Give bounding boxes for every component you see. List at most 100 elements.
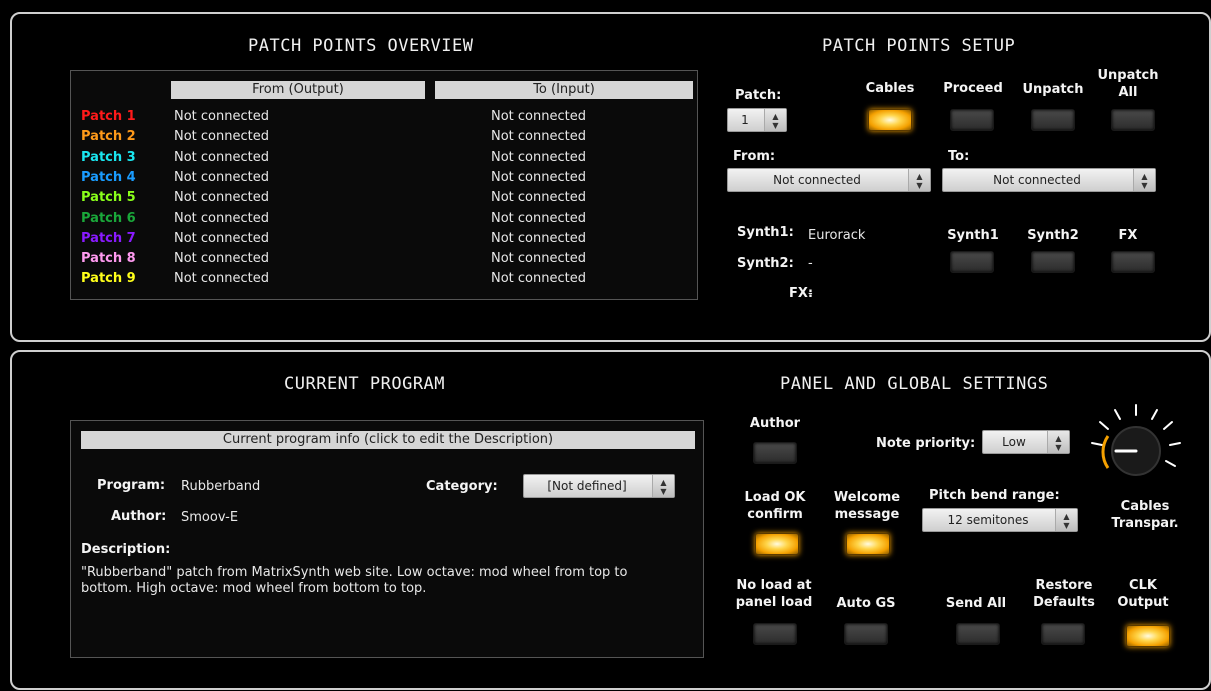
author-setting-label: Author [749, 416, 801, 431]
load-ok-button[interactable] [755, 533, 799, 555]
cables-transparency-knob[interactable] [1086, 403, 1186, 493]
patch-name: Patch 4 [81, 169, 136, 185]
pitch-bend-select[interactable]: 12 semitones ▲ ▼ [922, 508, 1078, 532]
to-label: To: [948, 149, 970, 164]
patch-overview-title: PATCH POINTS OVERVIEW [248, 36, 474, 56]
patch-from: Not connected [174, 210, 269, 226]
patch-from: Not connected [174, 129, 269, 145]
unpatch-label: Unpatch [1022, 82, 1084, 97]
unpatch-all-button[interactable] [1111, 109, 1155, 131]
welcome-button[interactable] [846, 533, 890, 555]
patch-label: Patch: [735, 88, 782, 103]
restore-label: Restore Defaults [1033, 578, 1095, 610]
send-all-button[interactable] [956, 623, 1000, 645]
welcome-label: Welcome message [833, 490, 901, 522]
load-ok-label: Load OK confirm [744, 490, 806, 522]
patch-to: Not connected [491, 210, 586, 226]
patch-select-value: 1 [741, 113, 749, 127]
author-value: Smoov-E [181, 510, 239, 525]
clk-label: CLK Output [1117, 578, 1169, 610]
category-select[interactable]: [Not defined] ▲ ▼ [523, 474, 675, 498]
patch-from: Not connected [174, 109, 269, 124]
pitch-bend-label: Pitch bend range: [929, 488, 1060, 503]
description-text[interactable]: "Rubberband" patch from MatrixSynth web … [81, 565, 671, 597]
patch-name: Patch 2 [81, 129, 136, 145]
to-select[interactable]: Not connected ▲ ▼ [942, 168, 1156, 192]
patch-select[interactable]: 1 ▲ ▼ [727, 108, 787, 132]
patch-from: Not connected [174, 230, 269, 246]
from-label: From: [733, 149, 776, 164]
cables-transpar-label: Cables Transpar. [1111, 499, 1179, 531]
proceed-button[interactable] [950, 109, 994, 131]
note-priority-select[interactable]: Low ▲ ▼ [982, 430, 1070, 454]
current-program-title: CURRENT PROGRAM [284, 374, 446, 394]
unpatch-all-label: Unpatch All [1097, 68, 1159, 100]
patch-name: Patch 3 [81, 149, 136, 165]
col-from-header: From (Output) [171, 81, 425, 99]
author-button[interactable] [753, 442, 797, 464]
restore-button[interactable] [1041, 623, 1085, 645]
synth2-value: - [808, 256, 813, 271]
synth2-btn-label: Synth2 [1027, 228, 1079, 243]
cables-button[interactable] [868, 109, 912, 131]
updown-icon: ▲ ▼ [1055, 509, 1077, 531]
synth1-btn-label: Synth1 [947, 228, 999, 243]
updown-icon: ▲ ▼ [1047, 431, 1069, 453]
patch-name: Patch 9 [81, 271, 136, 287]
patch-from: Not connected [174, 169, 269, 185]
patch-to: Not connected [491, 230, 586, 246]
send-all-label: Send All [945, 596, 1007, 611]
synth2-button[interactable] [1031, 251, 1075, 273]
patch-from: Not connected [174, 251, 269, 267]
patch-name: Patch 5 [81, 190, 136, 206]
no-load-button[interactable] [753, 623, 797, 645]
patch-to: Not connected [491, 169, 586, 185]
patch-to: Not connected [491, 129, 586, 145]
pitch-bend-value: 12 semitones [947, 513, 1029, 527]
program-info-box[interactable]: Current program info (click to edit the … [70, 420, 704, 658]
clk-button[interactable] [1126, 625, 1170, 647]
patch-to: Not connected [491, 251, 586, 267]
synth1-label: Synth1: [737, 225, 794, 240]
updown-icon: ▲ ▼ [1133, 169, 1155, 191]
updown-icon: ▲ ▼ [764, 109, 786, 131]
fx-btn-label: FX [1118, 228, 1138, 243]
synth1-button[interactable] [950, 251, 994, 273]
patch-setup-title: PATCH POINTS SETUP [822, 36, 1016, 56]
program-label: Program: [97, 478, 166, 493]
proceed-label: Proceed [943, 81, 1003, 96]
patch-from: Not connected [174, 190, 269, 206]
fx-button[interactable] [1111, 251, 1155, 273]
program-info-header[interactable]: Current program info (click to edit the … [81, 431, 695, 449]
fx-value: - [808, 286, 813, 301]
patch-name: Patch 6 [81, 210, 136, 226]
patch-name: Patch 7 [81, 230, 136, 246]
patch-from: Not connected [174, 271, 269, 287]
note-priority-label: Note priority: [876, 436, 976, 451]
note-priority-value: Low [1002, 435, 1026, 449]
patch-name: Patch 8 [81, 251, 136, 267]
col-to-header: To (Input) [435, 81, 693, 99]
patch-to: Not connected [491, 190, 586, 206]
knob-arc [1101, 435, 1110, 469]
cables-label: Cables [865, 81, 915, 96]
synth2-label: Synth2: [737, 256, 794, 271]
unpatch-button[interactable] [1031, 109, 1075, 131]
from-select-value: Not connected [773, 173, 861, 187]
patch-to: Not connected [491, 271, 586, 287]
description-label: Description: [81, 542, 171, 557]
patch-overview-table: From (Output) To (Input) Patch 1 Not conn… [70, 70, 698, 300]
author-label: Author: [111, 509, 167, 524]
patch-name: Patch 1 [81, 109, 136, 124]
global-settings-title: PANEL AND GLOBAL SETTINGS [780, 374, 1049, 394]
auto-gs-label: Auto GS [836, 596, 896, 611]
program-value: Rubberband [181, 479, 261, 494]
patch-to: Not connected [491, 109, 586, 124]
category-select-value: [Not defined] [547, 479, 627, 493]
category-label: Category: [426, 479, 498, 494]
auto-gs-button[interactable] [844, 623, 888, 645]
patch-to: Not connected [491, 149, 586, 165]
updown-icon: ▲ ▼ [652, 475, 674, 497]
no-load-label: No load at panel load [735, 578, 813, 610]
from-select[interactable]: Not connected ▲ ▼ [727, 168, 931, 192]
